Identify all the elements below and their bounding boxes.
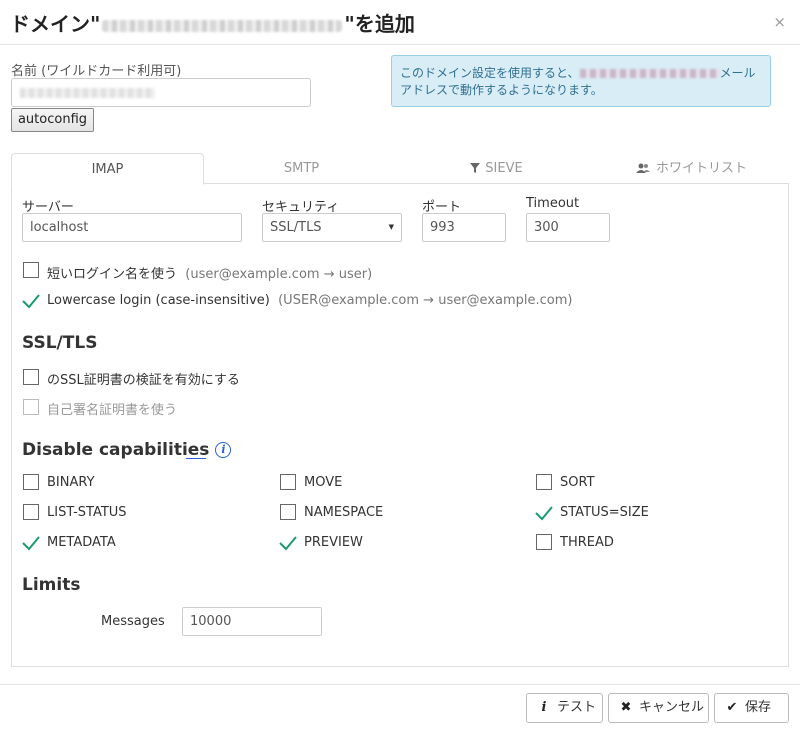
tab-smtp-label: SMTP (283, 161, 320, 176)
short-login-hint: (user@example.com → user) (185, 267, 373, 282)
dialog-title-prefix: ドメイン" (10, 12, 101, 36)
info-icon[interactable]: i (215, 442, 232, 458)
port-input[interactable]: 993 (422, 213, 506, 242)
cap-status-size-label: STATUS=SIZE (560, 505, 649, 520)
name-label: 名前 (ワイルドカード利用可) (11, 64, 182, 79)
lowercase-login-checkbox[interactable] (22, 293, 40, 309)
test-button[interactable]: i テスト (526, 693, 603, 723)
tab-sieve-label: SIEVE (485, 161, 523, 176)
close-icon[interactable]: × (773, 13, 786, 31)
capabilities-title-text: Disable capabilities (22, 440, 210, 460)
timeout-label: Timeout (526, 196, 580, 211)
limits-section-title: Limits (22, 575, 81, 595)
save-button-label: 保存 (745, 700, 772, 715)
short-login-label: 短いログイン名を使う (user@example.com → user) (47, 263, 372, 282)
security-select[interactable]: SSL/TLS ▼ (262, 213, 402, 242)
security-select-value: SSL/TLS (270, 220, 322, 235)
short-login-text: 短いログイン名を使う (47, 267, 178, 282)
x-icon: ✖ (620, 700, 632, 715)
dialog-header: ドメイン" "を追加 × (0, 0, 800, 45)
cap-preview-label: PREVIEW (304, 535, 363, 550)
redacted-domain (102, 19, 343, 32)
check-mark-icon: ✔ (726, 700, 738, 715)
filter-icon (470, 163, 481, 173)
redacted-name-value (20, 88, 155, 98)
cap-namespace-checkbox[interactable] (280, 504, 296, 520)
info-i-icon: i (541, 700, 547, 715)
test-button-label: テスト (557, 700, 597, 715)
cap-move-label: MOVE (304, 475, 343, 490)
autoconfig-button[interactable]: autoconfig (11, 108, 94, 132)
check-icon (279, 536, 297, 551)
verify-cert-checkbox[interactable] (23, 369, 39, 385)
cap-list-status-checkbox[interactable] (23, 504, 39, 520)
tab-bar: IMAP SMTP SIEVE ホワイトリスト (11, 153, 789, 185)
verify-cert-label: のSSL証明書の検証を有効にする (47, 373, 240, 388)
info-alert: このドメイン設定を使用すると、 メールアドレスで動作するようになります。 (391, 55, 771, 107)
cap-thread-checkbox[interactable] (536, 534, 552, 550)
tab-smtp[interactable]: SMTP (204, 153, 399, 184)
cap-metadata-label: METADATA (47, 535, 116, 550)
users-icon (635, 163, 650, 173)
save-button[interactable]: ✔ 保存 (714, 693, 789, 723)
timeout-input[interactable]: 300 (526, 213, 610, 242)
check-icon (535, 506, 553, 521)
cap-thread-label: THREAD (560, 535, 614, 550)
name-input[interactable] (11, 78, 311, 107)
info-text-before: このドメイン設定を使用すると、 (400, 66, 580, 80)
tab-whitelist[interactable]: ホワイトリスト (594, 153, 789, 184)
cap-status-size-checkbox[interactable] (535, 505, 553, 521)
cap-metadata-checkbox[interactable] (22, 535, 40, 551)
cap-list-status-label: LIST-STATUS (47, 505, 127, 520)
tab-imap-label: IMAP (91, 162, 124, 177)
tab-sieve[interactable]: SIEVE (399, 153, 594, 184)
lowercase-login-text: Lowercase login (case-insensitive) (47, 293, 270, 308)
dialog-title: ドメイン" "を追加 (10, 8, 415, 37)
tab-whitelist-label: ホワイトリスト (655, 161, 747, 176)
cap-binary-checkbox[interactable] (23, 474, 39, 490)
redacted-domain-info (579, 69, 720, 78)
messages-label: Messages (101, 614, 165, 629)
self-signed-label: 自己署名証明書を使う (47, 403, 178, 418)
cancel-button[interactable]: ✖ キャンセル (608, 693, 709, 723)
short-login-checkbox[interactable] (23, 262, 39, 278)
lowercase-login-hint: (USER@example.com → user@example.com) (278, 293, 573, 308)
tab-panel (11, 183, 789, 667)
cancel-button-label: キャンセル (639, 700, 705, 715)
cap-sort-label: SORT (560, 475, 595, 490)
cap-binary-label: BINARY (47, 475, 95, 490)
self-signed-checkbox (23, 399, 39, 415)
capabilities-section-title: Disable capabilities i (22, 440, 232, 460)
cap-sort-checkbox[interactable] (536, 474, 552, 490)
messages-input[interactable]: 10000 (182, 607, 322, 636)
info-link-underline (186, 458, 206, 459)
cap-move-checkbox[interactable] (280, 474, 296, 490)
cap-namespace-label: NAMESPACE (304, 505, 384, 520)
dialog-title-suffix: "を追加 (344, 12, 415, 36)
lowercase-login-label: Lowercase login (case-insensitive) (USER… (47, 293, 572, 308)
ssl-section-title: SSL/TLS (22, 333, 98, 353)
check-icon (22, 536, 40, 551)
tab-imap[interactable]: IMAP (11, 153, 204, 185)
server-input[interactable]: localhost (22, 213, 242, 242)
cap-preview-checkbox[interactable] (279, 535, 297, 551)
check-icon (22, 294, 40, 309)
caret-down-icon: ▼ (388, 223, 394, 231)
